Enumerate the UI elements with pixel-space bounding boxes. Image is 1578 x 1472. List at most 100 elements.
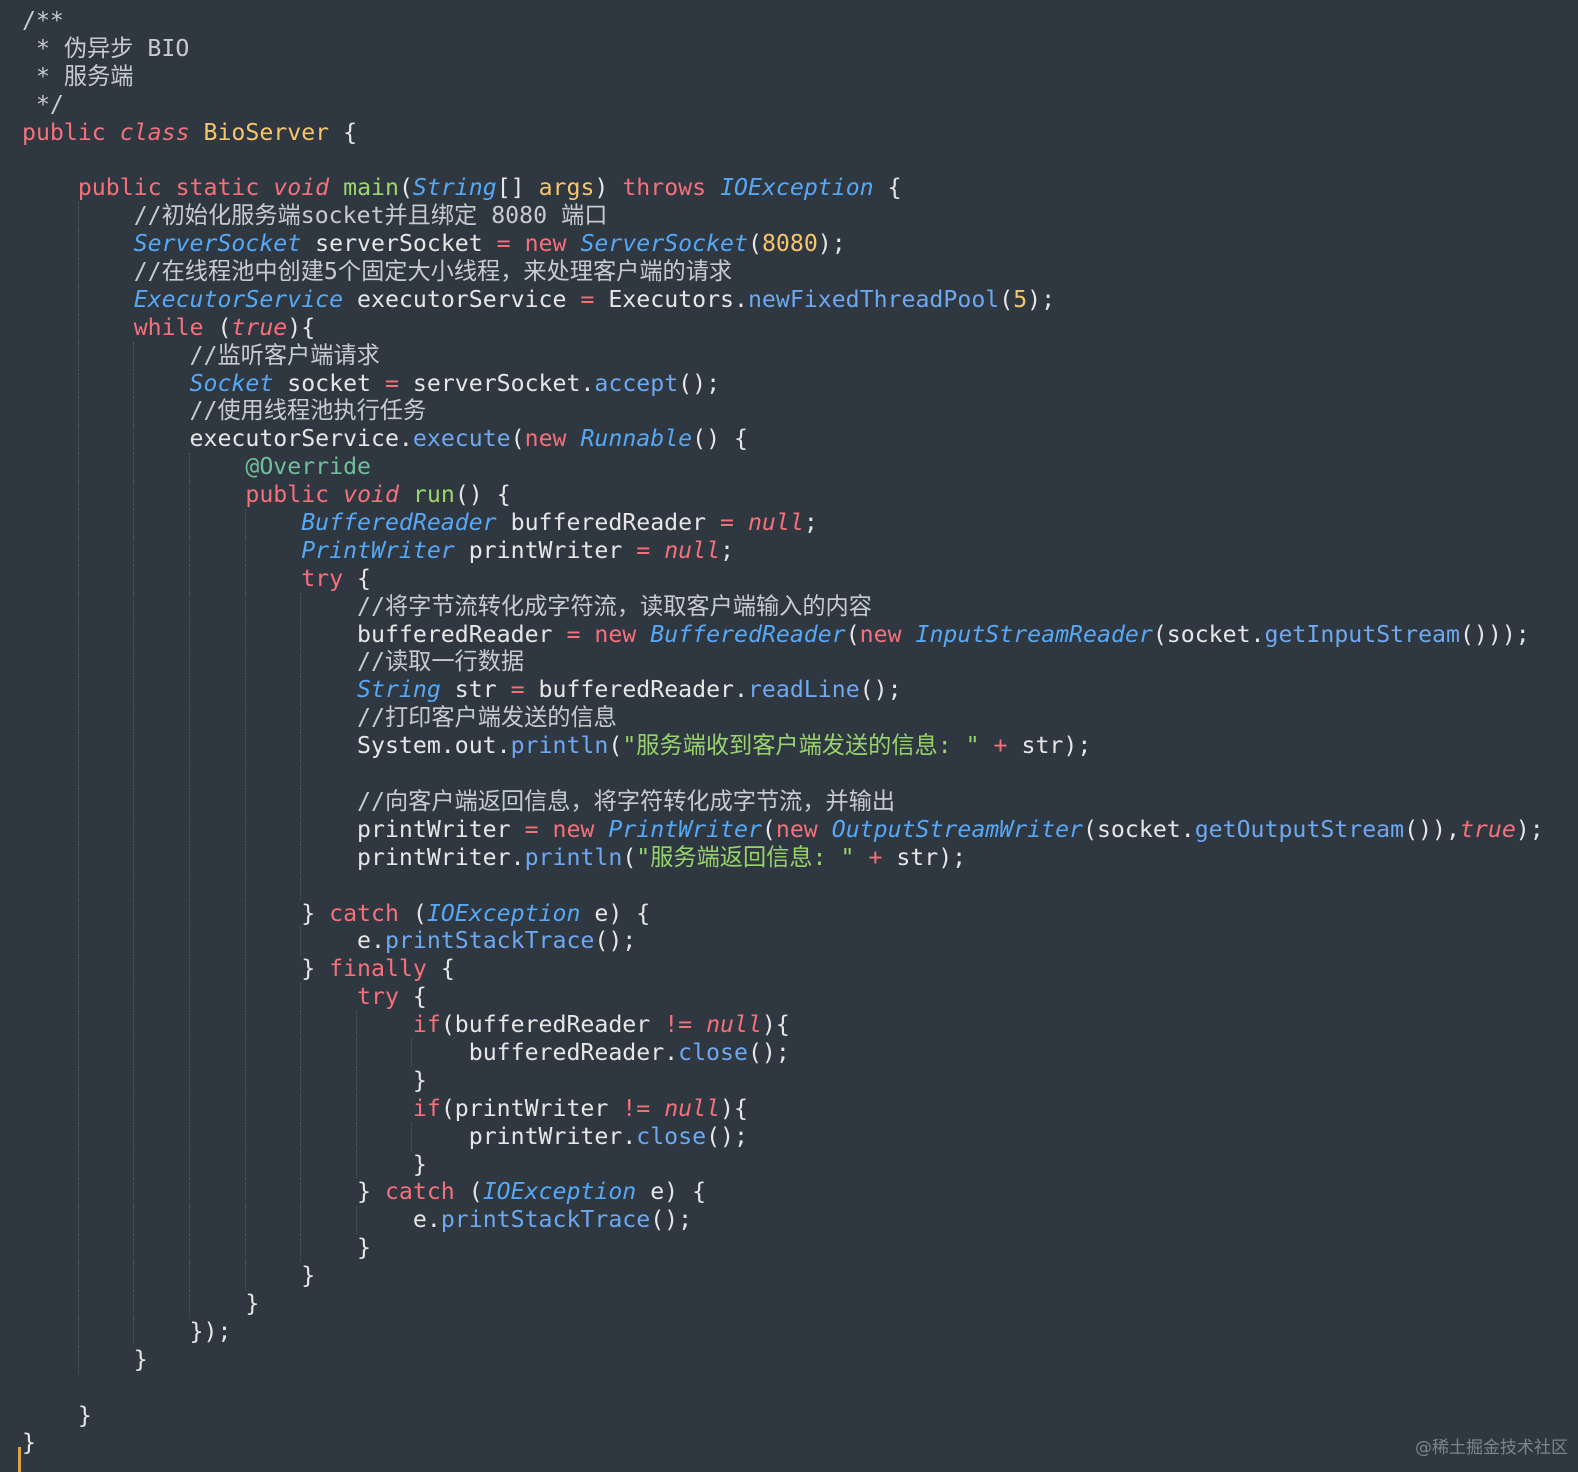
- code-line[interactable]: @Override: [22, 453, 1544, 482]
- code-line[interactable]: //读取一行数据: [22, 648, 1544, 677]
- indent-guide: [300, 760, 301, 788]
- indent-guide: [245, 676, 246, 705]
- code-line[interactable]: } catch (IOException e) {: [22, 1178, 1544, 1207]
- code-line[interactable]: /**: [22, 7, 1544, 35]
- code-line[interactable]: }: [22, 1150, 1544, 1179]
- code-line[interactable]: [22, 146, 1544, 174]
- code-line[interactable]: [22, 871, 1544, 900]
- code-line[interactable]: e.printStackTrace();: [22, 1206, 1544, 1235]
- code-line[interactable]: public static void main(String[] args) t…: [22, 174, 1544, 202]
- code-token: ServerSocket: [580, 230, 748, 258]
- code-token: });: [189, 1317, 232, 1345]
- code-line[interactable]: if(bufferedReader != null){: [22, 1011, 1544, 1039]
- code-token: * 服务端: [22, 62, 134, 90]
- code-line[interactable]: }: [22, 1429, 1544, 1457]
- code-token: str: [440, 676, 511, 704]
- code-token: ;: [803, 509, 818, 537]
- code-line[interactable]: } finally {: [22, 955, 1544, 984]
- indent-guide: [78, 983, 79, 1012]
- code-line[interactable]: public class BioServer {: [22, 119, 1544, 147]
- indent-guide: [78, 258, 79, 286]
- code-line[interactable]: while (true){: [22, 313, 1544, 342]
- code-line[interactable]: printWriter = new PrintWriter(new Output…: [22, 815, 1544, 844]
- indent-guide: [78, 509, 79, 537]
- code-token: new: [510, 230, 581, 258]
- code-line[interactable]: public void run() {: [22, 481, 1544, 510]
- indent-guide: [189, 927, 190, 956]
- code-line[interactable]: try {: [22, 564, 1544, 593]
- code-line[interactable]: } catch (IOException e) {: [22, 899, 1544, 928]
- indent-guide: [300, 927, 301, 956]
- code-line[interactable]: });: [22, 1317, 1544, 1346]
- indent-guide: [78, 202, 79, 231]
- code-token: executorService.: [189, 425, 413, 453]
- code-token: }: [357, 1178, 385, 1206]
- indent-guide: [356, 1011, 357, 1039]
- code-line[interactable]: }: [22, 1402, 1544, 1430]
- code-line[interactable]: }: [22, 1262, 1544, 1290]
- code-token: (: [510, 425, 525, 453]
- code-editor[interactable]: /** * 伪异步 BIO * 服务端 */public class BioSe…: [0, 0, 1578, 1472]
- indent-guide: [245, 815, 246, 844]
- code-line[interactable]: [22, 760, 1544, 788]
- code-line[interactable]: System.out.println("服务端收到客户端发送的信息: " + s…: [22, 732, 1544, 761]
- code-line[interactable]: //打印客户端发送的信息: [22, 704, 1544, 733]
- code-token: =: [580, 285, 595, 313]
- code-token: //将字节流转化成字符流，读取客户端输入的内容: [357, 592, 872, 620]
- code-line[interactable]: e.printStackTrace();: [22, 927, 1544, 956]
- code-line[interactable]: bufferedReader.close();: [22, 1038, 1544, 1067]
- code-line[interactable]: printWriter.println("服务端返回信息: " + str);: [22, 843, 1544, 872]
- code-line[interactable]: bufferedReader = new BufferedReader(new …: [22, 620, 1544, 649]
- code-line[interactable]: //初始化服务端socket并且绑定 8080 端口: [22, 202, 1544, 231]
- indent-guide: [245, 787, 246, 816]
- code-line[interactable]: BufferedReader bufferedReader = null;: [22, 509, 1544, 537]
- indent-guide: [133, 564, 134, 593]
- code-line[interactable]: //将字节流转化成字符流，读取客户端输入的内容: [22, 592, 1544, 621]
- code-token: while: [133, 313, 218, 341]
- code-line[interactable]: ExecutorService executorService = Execut…: [22, 285, 1544, 314]
- code-line[interactable]: }: [22, 1345, 1544, 1374]
- code-line[interactable]: }: [22, 1289, 1544, 1318]
- indent-guide: [300, 676, 301, 705]
- code-token: );: [1027, 285, 1056, 313]
- code-lines[interactable]: /** * 伪异步 BIO * 服务端 */public class BioSe…: [22, 7, 1544, 1457]
- indent-guide: [189, 1234, 190, 1263]
- code-line[interactable]: * 服务端: [22, 63, 1544, 91]
- code-token: readLine: [747, 676, 860, 704]
- code-line[interactable]: }: [22, 1066, 1544, 1095]
- code-token: ){: [761, 1011, 790, 1039]
- code-line[interactable]: Socket socket = serverSocket.accept();: [22, 369, 1544, 398]
- gutter-marker: [18, 1447, 21, 1472]
- code-line[interactable]: [22, 1374, 1544, 1402]
- indent-guide: [189, 843, 190, 872]
- indent-guide: [300, 843, 301, 872]
- code-line[interactable]: try {: [22, 983, 1544, 1012]
- code-token: finally: [329, 955, 441, 983]
- code-line[interactable]: executorService.execute(new Runnable() {: [22, 425, 1544, 454]
- code-line[interactable]: //监听客户端请求: [22, 341, 1544, 370]
- indent-guide: [300, 983, 301, 1012]
- code-line[interactable]: printWriter.close();: [22, 1122, 1544, 1151]
- code-line[interactable]: //使用线程池执行任务: [22, 397, 1544, 426]
- code-line[interactable]: //在线程池中创建5个固定大小线程，来处理客户端的请求: [22, 258, 1544, 286]
- code-line[interactable]: String str = bufferedReader.readLine();: [22, 676, 1544, 705]
- code-line[interactable]: * 伪异步 BIO: [22, 35, 1544, 63]
- code-line[interactable]: //向客户端返回信息，将字符转化成字节流，并输出: [22, 787, 1544, 816]
- code-token: );: [1515, 815, 1544, 843]
- code-line[interactable]: */: [22, 91, 1544, 119]
- code-token: null: [664, 1094, 721, 1122]
- indent-guide: [78, 564, 79, 593]
- indent-guide: [189, 1011, 190, 1039]
- code-line[interactable]: PrintWriter printWriter = null;: [22, 536, 1544, 565]
- code-token: args: [538, 174, 595, 202]
- indent-guide: [78, 397, 79, 426]
- indent-guide: [78, 1178, 79, 1207]
- code-line[interactable]: ServerSocket serverSocket = new ServerSo…: [22, 230, 1544, 259]
- indent-guide: [78, 760, 79, 788]
- code-token: printWriter.: [468, 1122, 637, 1150]
- code-line[interactable]: }: [22, 1234, 1544, 1263]
- code-token: ();: [594, 927, 637, 955]
- code-line[interactable]: if(printWriter != null){: [22, 1094, 1544, 1123]
